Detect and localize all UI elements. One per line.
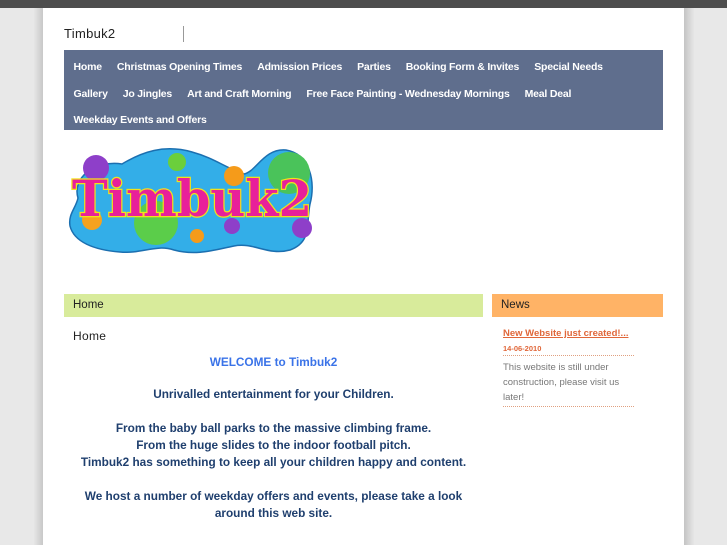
nav-item-christmas-opening-times[interactable]: Christmas Opening Times xyxy=(109,61,249,73)
main-navigation: Home Christmas Opening Times Admission P… xyxy=(64,50,663,130)
page-container: Timbuk2 Home Christmas Opening Times Adm… xyxy=(43,8,684,545)
nav-item-gallery[interactable]: Gallery xyxy=(66,88,115,100)
content-body: WELCOME to Timbuk2 Unrivalled entertainm… xyxy=(64,354,483,539)
nav-item-art-and-craft[interactable]: Art and Craft Morning xyxy=(180,88,299,100)
nav-item-weekday-events[interactable]: Weekday Events and Offers xyxy=(66,114,214,126)
logo-text: Timbuk2 xyxy=(72,169,312,228)
content-line: Unrivalled entertainment for your Childr… xyxy=(153,387,394,401)
nav-item-face-painting[interactable]: Free Face Painting - Wednesday Mornings xyxy=(299,88,517,100)
nav-item-special-needs[interactable]: Special Needs xyxy=(527,61,611,73)
news-item-title-link[interactable]: New Website just created!... xyxy=(503,328,634,344)
content-paragraph: We host a number of weekday offers and e… xyxy=(64,488,483,522)
nav-item-admission-prices[interactable]: Admission Prices xyxy=(250,61,350,73)
logo-ball xyxy=(190,229,204,243)
content-heading-bar: Home xyxy=(64,294,483,317)
content-paragraph: From the baby ball parks to the massive … xyxy=(64,420,483,471)
nav-row: Home Christmas Opening Times Admission P… xyxy=(66,54,661,81)
nav-row: Weekday Events and Offers xyxy=(66,107,661,134)
content-line: We host a number of weekday offers and e… xyxy=(84,489,463,520)
news-item-text: This website is still under construction… xyxy=(503,356,634,407)
title-separator xyxy=(183,26,184,42)
nav-item-meal-deal[interactable]: Meal Deal xyxy=(517,88,579,100)
news-heading-bar: News xyxy=(492,294,663,317)
nav-item-parties[interactable]: Parties xyxy=(350,61,399,73)
content-subheading: Home xyxy=(73,329,107,343)
nav-row: Gallery Jo Jingles Art and Craft Morning… xyxy=(66,81,661,108)
content-line: Timbuk2 has something to keep all your c… xyxy=(80,455,467,469)
nav-item-jo-jingles[interactable]: Jo Jingles xyxy=(115,88,179,100)
nav-item-booking-form[interactable]: Booking Form & Invites xyxy=(398,61,526,73)
content-line: From the baby ball parks to the massive … xyxy=(115,421,432,435)
news-item-date: 14-06-2010 xyxy=(503,344,634,356)
site-title[interactable]: Timbuk2 xyxy=(64,26,115,41)
nav-item-home[interactable]: Home xyxy=(66,61,109,73)
site-logo[interactable]: Timbuk2 xyxy=(64,138,319,258)
content-line: From the huge slides to the indoor footb… xyxy=(136,438,411,452)
page-shadow-left xyxy=(34,8,43,545)
welcome-heading: WELCOME to Timbuk2 xyxy=(209,355,338,369)
top-bar xyxy=(0,0,727,8)
content-paragraph: Unrivalled entertainment for your Childr… xyxy=(64,386,483,403)
page-shadow-right xyxy=(684,8,694,545)
news-item: New Website just created!... 14-06-2010 … xyxy=(503,328,634,407)
